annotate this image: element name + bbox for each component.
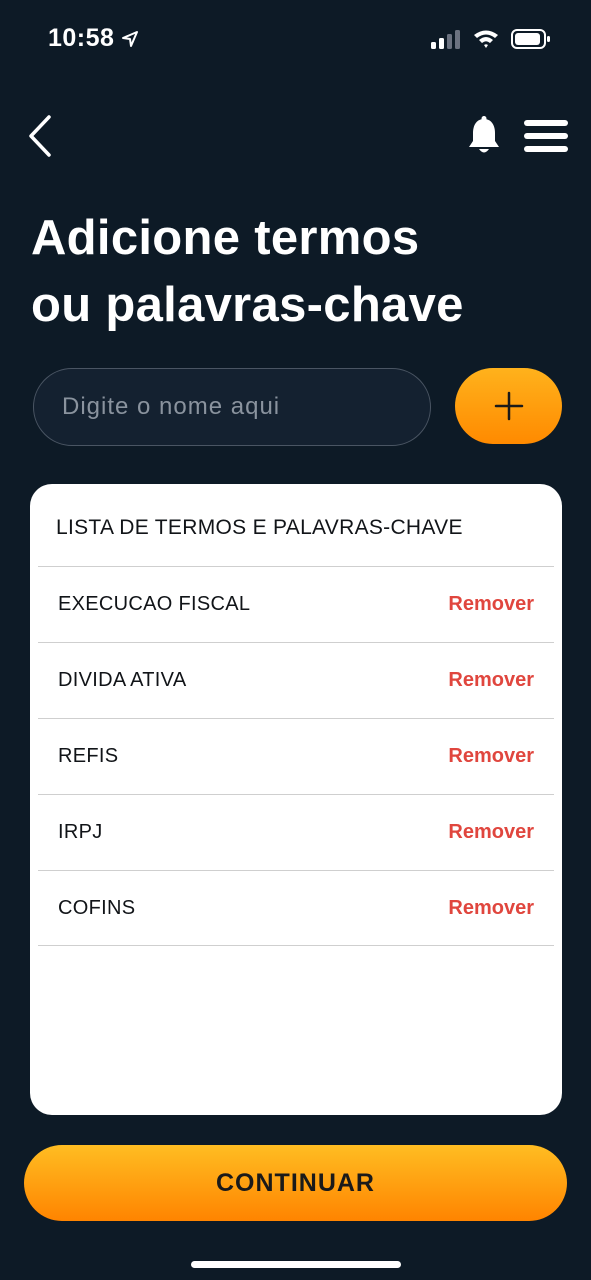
continue-button[interactable]: CONTINUAR [24, 1145, 567, 1221]
term-label: EXECUCAO FISCAL [58, 593, 251, 615]
remove-button[interactable]: Remover [448, 745, 534, 768]
top-navigation [0, 100, 591, 170]
remove-button[interactable]: Remover [448, 593, 534, 616]
cellular-signal-icon [431, 30, 460, 49]
list-item: REFIS Remover [38, 718, 554, 794]
term-label: REFIS [58, 745, 119, 767]
status-icons [431, 28, 551, 50]
page-title: Adicione termos ou palavras-chave [31, 205, 571, 339]
list-item: COFINS Remover [38, 870, 554, 946]
term-label: DIVIDA ATIVA [58, 669, 187, 691]
terms-list-header: LISTA DE TERMOS E PALAVRAS-CHAVE [56, 516, 463, 539]
page-title-line-1: Adicione termos [31, 211, 420, 265]
remove-button[interactable]: Remover [448, 897, 534, 920]
remove-button[interactable]: Remover [448, 821, 534, 844]
battery-icon [511, 29, 550, 49]
notifications-button[interactable] [462, 114, 506, 158]
home-indicator [191, 1261, 401, 1268]
page-title-line-2: ou palavras-chave [31, 278, 464, 332]
status-time: 10:58 [48, 24, 140, 53]
chevron-left-icon [29, 115, 51, 157]
menu-button[interactable] [522, 116, 570, 156]
terms-list: EXECUCAO FISCAL Remover DIVIDA ATIVA Rem… [38, 566, 554, 946]
back-button[interactable] [22, 114, 58, 158]
bell-icon [469, 116, 499, 153]
status-bar: 10:58 [0, 0, 591, 80]
status-time-text: 10:58 [48, 24, 115, 52]
plus-icon [494, 391, 523, 421]
terms-list-card: LISTA DE TERMOS E PALAVRAS-CHAVE EXECUCA… [30, 484, 562, 1115]
add-term-button[interactable] [455, 368, 562, 444]
list-item: IRPJ Remover [38, 794, 554, 870]
term-label: IRPJ [58, 821, 103, 843]
term-input[interactable] [33, 368, 431, 446]
list-item: EXECUCAO FISCAL Remover [38, 566, 554, 642]
remove-button[interactable]: Remover [448, 669, 534, 692]
term-label: COFINS [58, 896, 136, 919]
hamburger-menu-icon [524, 120, 568, 152]
list-item: DIVIDA ATIVA Remover [38, 642, 554, 718]
wifi-icon [474, 30, 498, 48]
location-arrow-icon [122, 30, 139, 47]
